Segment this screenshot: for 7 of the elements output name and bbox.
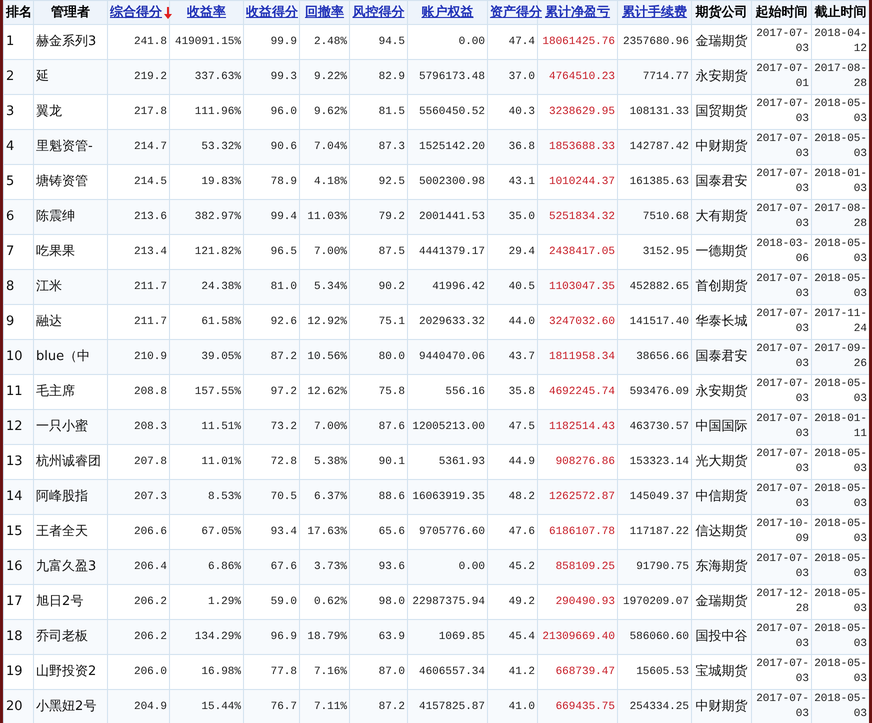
column-header: 排名 (6, 4, 32, 20)
manager-cell: 小黑妞2号 (34, 690, 108, 723)
rank-cell: 20 (4, 690, 34, 723)
column-header: 起始时间 (756, 4, 808, 20)
column-header: 管理者 (51, 4, 90, 20)
column-header: 截止时间 (814, 4, 866, 20)
column-header: 期货公司 (696, 4, 748, 20)
